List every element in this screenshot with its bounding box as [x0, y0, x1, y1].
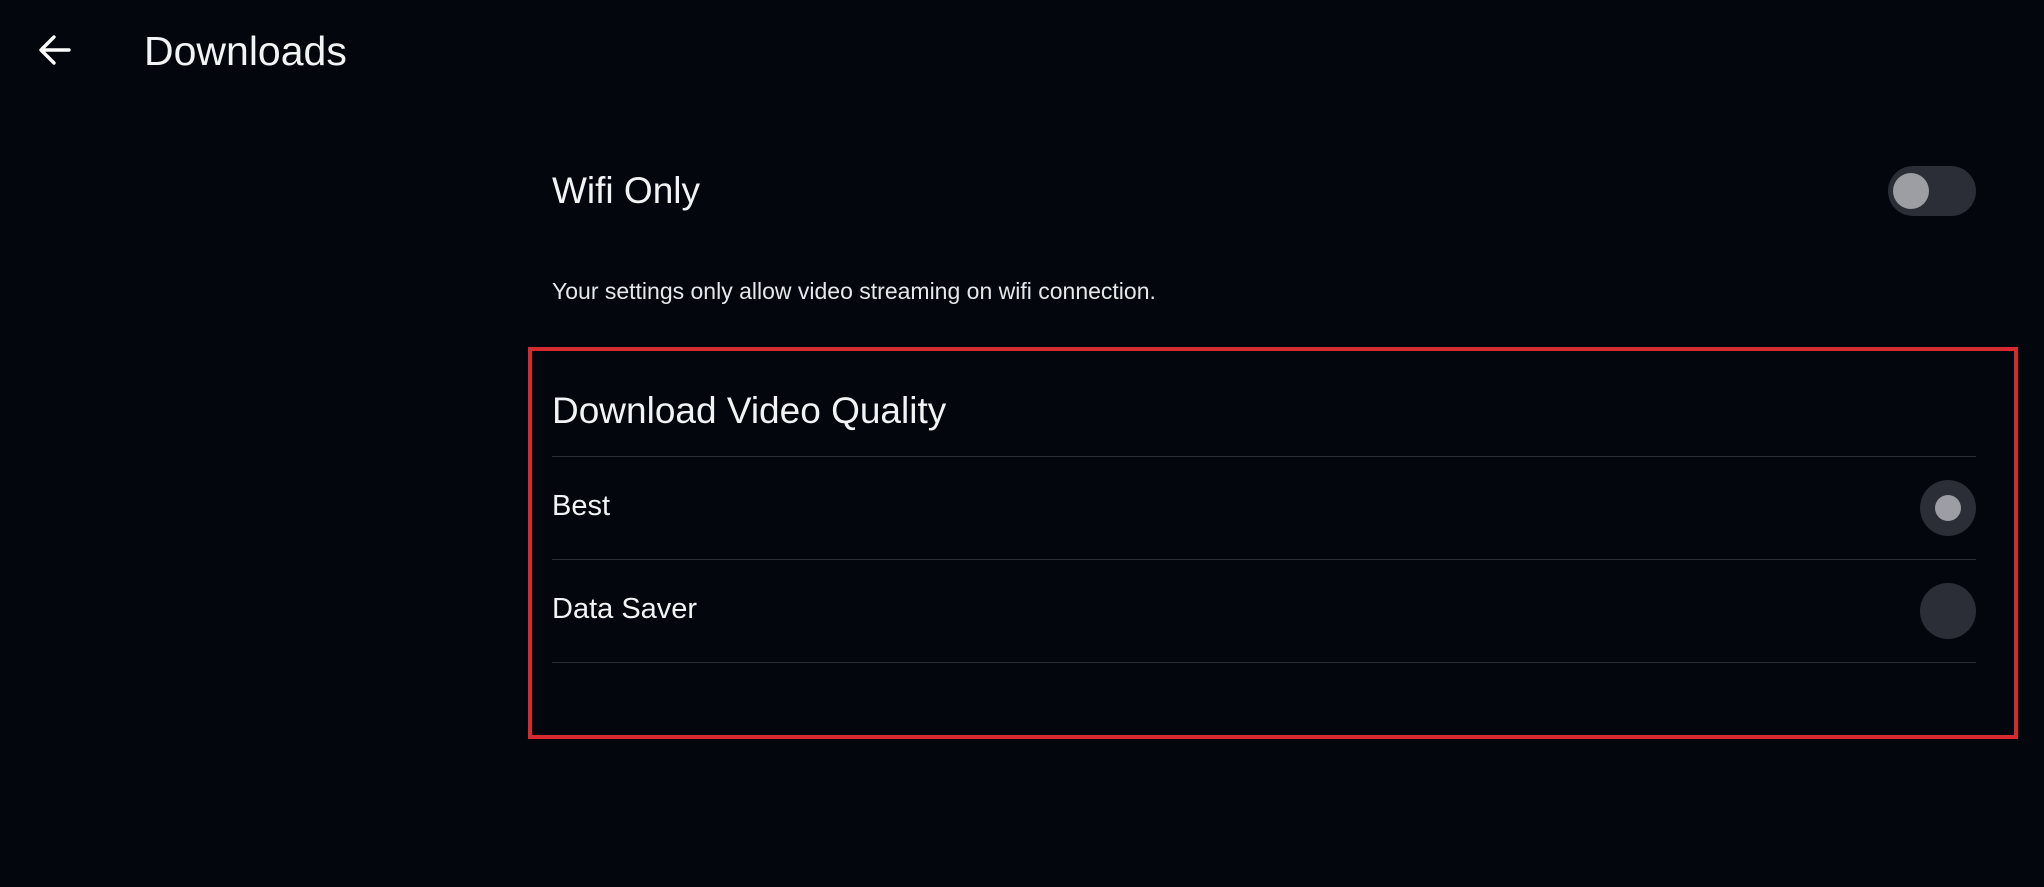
wifi-only-toggle[interactable]	[1888, 166, 1976, 216]
back-button[interactable]	[30, 25, 80, 75]
highlight-box	[528, 347, 2018, 739]
page-title: Downloads	[144, 28, 347, 74]
downloads-settings-page: Downloads Wifi Only Your settings only a…	[0, 0, 2044, 887]
wifi-only-label: Wifi Only	[552, 170, 700, 211]
arrow-left-icon	[39, 35, 71, 65]
wifi-only-description: Your settings only allow video streaming…	[552, 278, 1156, 304]
wifi-only-row: Wifi Only	[552, 160, 1976, 222]
toggle-knob	[1893, 173, 1929, 209]
